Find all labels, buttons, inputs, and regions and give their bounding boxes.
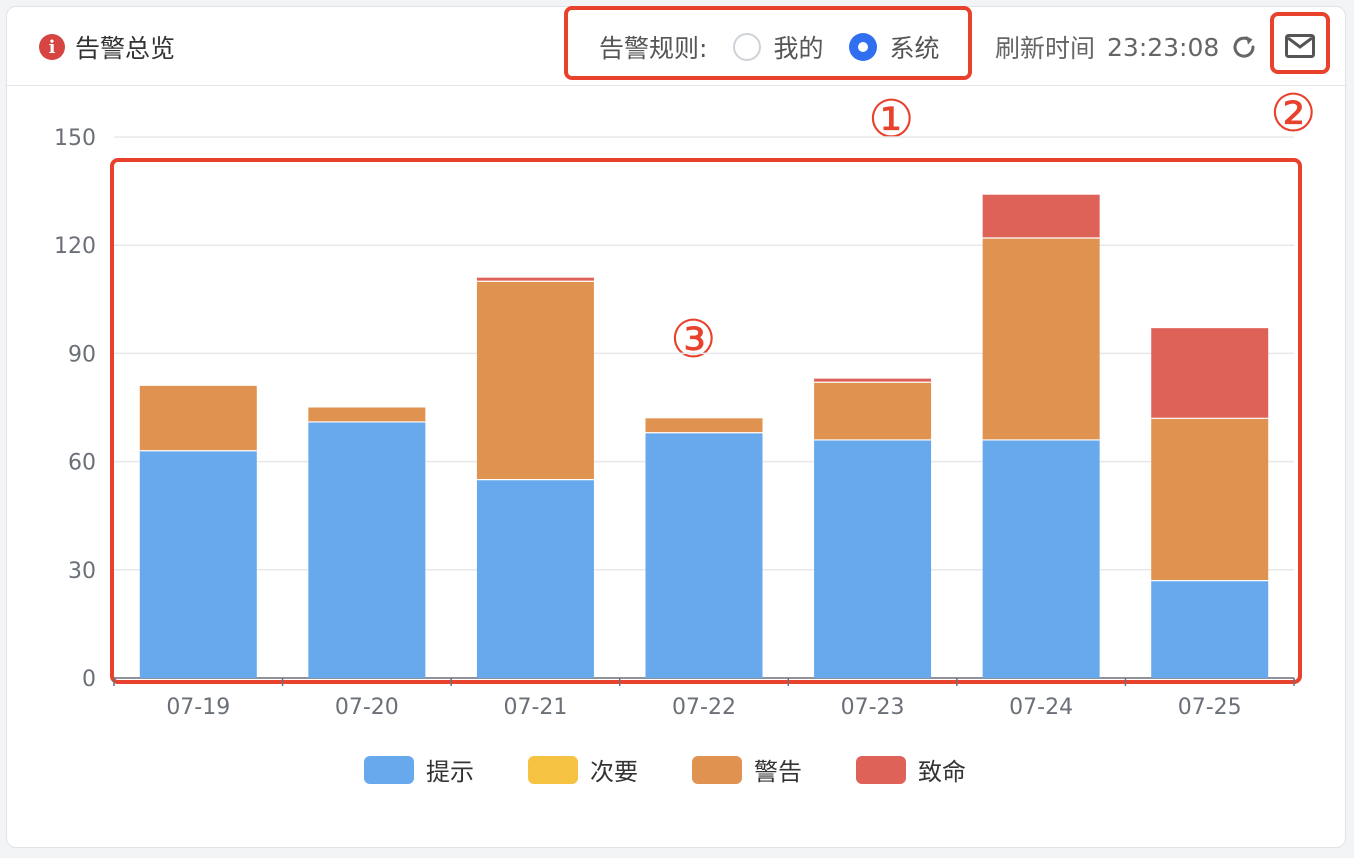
legend-label-2: 警告	[754, 758, 802, 786]
legend-swatch-0	[364, 755, 414, 784]
bar-3-5	[982, 194, 1100, 238]
y-tick-label-4: 120	[54, 234, 96, 259]
legend-label-1: 次要	[590, 758, 638, 786]
bar-2-0	[139, 385, 257, 451]
legend-swatch-1	[528, 755, 578, 784]
y-tick-label-0: 0	[82, 667, 96, 692]
bar-2-1	[308, 407, 426, 422]
bar-2-4	[814, 382, 932, 440]
y-tick-label-2: 60	[68, 451, 96, 476]
bar-0-6	[1151, 580, 1269, 678]
x-tick-label-6: 07-25	[1178, 695, 1242, 720]
legend-label-0: 提示	[426, 758, 474, 786]
x-tick-label-2: 07-21	[503, 695, 567, 720]
y-tick-label-5: 150	[54, 126, 96, 151]
legend-item-2[interactable]: 警告	[692, 752, 802, 787]
x-tick-label-1: 07-20	[335, 695, 399, 720]
x-tick-label-4: 07-23	[841, 695, 905, 720]
y-tick-label-3: 90	[68, 342, 96, 367]
bar-0-5	[982, 439, 1100, 678]
x-tick-label-3: 07-22	[672, 695, 736, 720]
legend-swatch-3	[856, 755, 906, 784]
legend-item-0[interactable]: 提示	[364, 752, 474, 787]
bar-0-4	[814, 439, 932, 678]
bar-0-1	[308, 421, 426, 678]
legend-swatch-2	[692, 755, 742, 784]
bar-2-5	[982, 237, 1100, 440]
bar-2-6	[1151, 418, 1269, 581]
y-tick-label-1: 30	[68, 559, 96, 584]
bar-2-3	[645, 418, 763, 433]
legend-item-3[interactable]: 致命	[856, 752, 966, 787]
bar-0-2	[476, 479, 594, 678]
x-tick-label-5: 07-24	[1009, 695, 1073, 720]
bar-0-0	[139, 450, 257, 678]
chart-legend: 提示 次要 警告 致命	[364, 752, 1020, 787]
bar-2-2	[476, 281, 594, 480]
bar-3-6	[1151, 328, 1269, 419]
bar-0-3	[645, 432, 763, 678]
legend-item-1[interactable]: 次要	[528, 752, 638, 787]
legend-label-3: 致命	[918, 758, 966, 786]
stacked-bar-chart: 0 30 60 90 120 150 07-19 07-20 07-21 07-22 07-23 07…	[54, 126, 1295, 720]
x-tick-label-0: 07-19	[166, 695, 230, 720]
